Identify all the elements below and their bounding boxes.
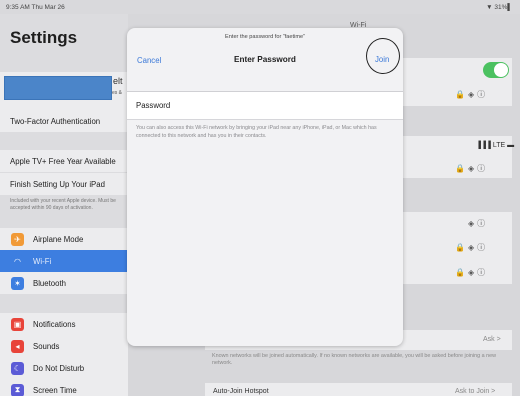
bluetooth-icon: ✶ — [11, 276, 24, 290]
dialog-title: Enter Password — [234, 55, 296, 64]
lock-wifi-info-icons: 🔒◈ⓘ — [455, 90, 489, 99]
sidebar-item-label: Wi-Fi — [33, 256, 52, 266]
sidebar-item-label: Screen Time — [33, 385, 77, 395]
join-button[interactable]: Join — [375, 55, 389, 64]
status-bar: 9:35 AM Thu Mar 26 ▼ 31%▌ — [0, 0, 520, 14]
sidebar-item-label: Airplane Mode — [33, 234, 84, 244]
wifi-info-icons: ◈ⓘ — [468, 219, 489, 228]
sounds-icon: ◂ — [11, 339, 24, 353]
sidebar-item-sounds[interactable]: ◂ Sounds — [0, 335, 128, 357]
lock-wifi-info-icons: 🔒◈ⓘ — [455, 243, 489, 252]
known-networks-note: Known networks will be joined automatica… — [212, 353, 496, 366]
wifi-icon: ◠ — [11, 254, 24, 268]
sidebar-item-label: Bluetooth — [33, 278, 66, 288]
sidebar-item-bluetooth[interactable]: ✶ Bluetooth — [0, 272, 128, 294]
moon-icon: ☾ — [11, 361, 24, 375]
status-time: 9:35 AM Thu Mar 26 — [6, 4, 65, 11]
enter-password-dialog: Enter the password for “faetime” Cancel … — [127, 28, 403, 346]
sidebar-item-do-not-disturb[interactable]: ☾ Do Not Disturb — [0, 357, 128, 379]
auto-join-hotspot-label: Auto-Join Hotspot — [213, 388, 269, 395]
profile-name-fragment: elt — [113, 76, 123, 86]
battery-indicator: ▼ 31%▌ — [486, 4, 512, 11]
notifications-icon: ▣ — [11, 317, 24, 331]
wifi-toggle[interactable] — [483, 62, 509, 78]
sidebar-item-screen-time[interactable]: ⧗ Screen Time — [0, 379, 128, 396]
password-field[interactable] — [193, 96, 393, 116]
hourglass-icon: ⧗ — [11, 383, 24, 396]
password-sharing-note: You can also access this Wi-Fi network b… — [136, 125, 377, 139]
auto-join-hotspot-value: Ask to Join > — [455, 388, 496, 395]
apple-tv-note: Included with your recent Apple device. … — [10, 198, 116, 211]
two-factor-row[interactable]: Two-Factor Authentication — [0, 110, 128, 132]
sidebar-item-airplane-mode[interactable]: ✈ Airplane Mode — [0, 228, 128, 250]
sidebar-item-label: Do Not Disturb — [33, 363, 85, 373]
lock-wifi-info-icons: 🔒◈ⓘ — [455, 268, 489, 277]
profile-subtitle-fragment: es & — [112, 90, 123, 96]
sidebar-item-label: Sounds — [33, 341, 60, 351]
airplane-icon: ✈ — [11, 232, 24, 246]
finish-setup-row[interactable]: Finish Setting Up Your iPad — [0, 173, 128, 195]
redacted-profile-name — [4, 76, 112, 100]
dialog-prompt: Enter the password for “faetime” — [225, 34, 305, 40]
ask-value: Ask > — [483, 336, 501, 343]
lte-indicator: ▐▐▐ LTE ▬ — [476, 142, 515, 149]
apple-tv-row[interactable]: Apple TV+ Free Year Available — [0, 150, 128, 172]
sidebar-item-wifi[interactable]: ◠ Wi-Fi — [0, 250, 128, 272]
page-title: Settings — [10, 28, 78, 47]
password-label: Password — [136, 101, 171, 110]
lock-wifi-info-icons: 🔒◈ⓘ — [455, 164, 489, 173]
sidebar-item-label: Notifications — [33, 319, 76, 329]
sidebar-item-notifications[interactable]: ▣ Notifications — [0, 313, 128, 335]
